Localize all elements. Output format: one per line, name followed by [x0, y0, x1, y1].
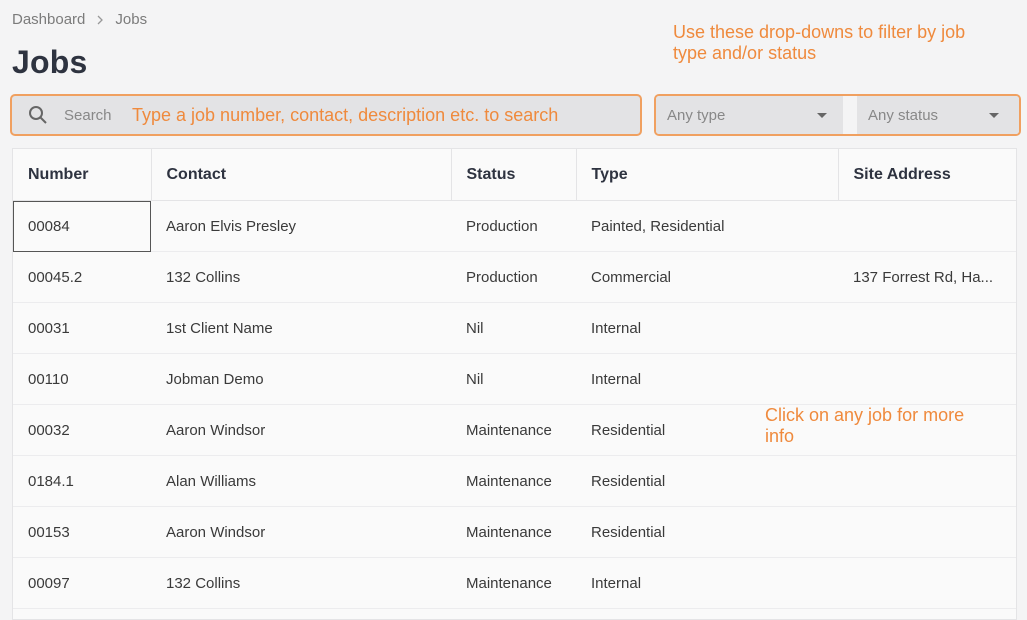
search-input[interactable]	[62, 105, 130, 125]
column-header-status[interactable]: Status	[450, 149, 576, 201]
table-row[interactable]: 00097 132 Collins Maintenance Internal	[13, 557, 1016, 609]
cell-contact: Aaron Windsor	[151, 404, 451, 456]
cell-number: 0184.1	[13, 455, 151, 507]
cell-type: Residential	[576, 455, 838, 507]
cell-number: 00110	[13, 353, 151, 405]
cell-number: 00045.2	[13, 251, 151, 303]
status-filter-value: Any status	[868, 106, 939, 124]
table-row[interactable]: 00084 Aaron Elvis Presley Production Pai…	[13, 200, 1016, 252]
cell-contact: 132 Collins	[151, 251, 451, 303]
search-hint-annotation: Type a job number, contact, description …	[132, 104, 559, 125]
cell-site-address	[838, 557, 1016, 609]
filter-hint-annotation: Use these drop-downs to filter by job ty…	[673, 22, 966, 63]
cell-type: Residential	[576, 506, 838, 558]
column-header-type[interactable]: Type	[575, 149, 838, 201]
cell-site-address	[838, 353, 1016, 405]
cell-type: Internal	[576, 302, 838, 354]
cell-contact: Alan Williams	[151, 455, 451, 507]
cell-contact: Aaron Elvis Presley	[151, 200, 451, 252]
chevron-down-icon	[989, 113, 999, 118]
status-filter-select[interactable]: Any status	[857, 96, 1019, 134]
breadcrumb-dashboard-link[interactable]: Dashboard	[12, 11, 85, 28]
cell-status: Maintenance	[451, 557, 576, 609]
cell-number: 00097	[13, 557, 151, 609]
table-row[interactable]: 00045.2 132 Collins Production Commercia…	[13, 251, 1016, 303]
chevron-right-icon	[97, 15, 104, 24]
cell-status: Maintenance	[451, 506, 576, 558]
cell-contact: 1st Client Name	[151, 302, 451, 354]
cell-number: 00084	[13, 200, 151, 252]
table-row[interactable]: 00110 Jobman Demo Nil Internal	[13, 353, 1016, 405]
type-filter-select[interactable]: Any type	[656, 96, 843, 134]
cell-status: Nil	[451, 302, 576, 354]
cell-site-address	[838, 302, 1016, 354]
cell-site-address	[838, 506, 1016, 558]
column-header-contact[interactable]: Contact	[150, 149, 451, 201]
cell-type: Painted, Residential	[576, 200, 838, 252]
jobs-table: Number Contact Status Type Site Address …	[12, 148, 1017, 620]
cell-number: 00153	[13, 506, 151, 558]
cell-status: Nil	[451, 353, 576, 405]
breadcrumb: Dashboard Jobs	[12, 11, 147, 28]
cell-contact: Aaron Windsor	[151, 506, 451, 558]
type-filter-value: Any type	[667, 106, 726, 124]
cell-contact: 132 Collins	[151, 557, 451, 609]
cell-status: Maintenance	[451, 455, 576, 507]
search-bar[interactable]: Type a job number, contact, description …	[10, 94, 642, 136]
click-hint-annotation: Click on any job for more info	[765, 405, 965, 446]
cell-number: 00031	[13, 302, 151, 354]
cell-status: Production	[451, 251, 576, 303]
column-header-site-address[interactable]: Site Address	[837, 149, 1016, 201]
cell-type: Internal	[576, 353, 838, 405]
cell-site-address: 137 Forrest Rd, Ha...	[838, 251, 1016, 303]
page-title: Jobs	[12, 44, 88, 80]
table-header-row: Number Contact Status Type Site Address	[13, 149, 1016, 201]
table-row[interactable]: 00031 1st Client Name Nil Internal	[13, 302, 1016, 354]
filters-group: Any type Any status	[654, 94, 1021, 136]
chevron-down-icon	[817, 113, 827, 118]
breadcrumb-jobs: Jobs	[115, 11, 148, 28]
cell-site-address	[838, 200, 1016, 252]
cell-contact: Jobman Demo	[151, 353, 451, 405]
cell-type: Internal	[576, 557, 838, 609]
table-row[interactable]: 00153 Aaron Windsor Maintenance Resident…	[13, 506, 1016, 558]
search-icon	[29, 106, 47, 124]
cell-type: Commercial	[576, 251, 838, 303]
column-header-number[interactable]: Number	[13, 149, 151, 201]
cell-status: Maintenance	[451, 404, 576, 456]
table-row[interactable]: 0184.1 Alan Williams Maintenance Residen…	[13, 455, 1016, 507]
cell-site-address	[838, 455, 1016, 507]
cell-number: 00032	[13, 404, 151, 456]
cell-status: Production	[451, 200, 576, 252]
